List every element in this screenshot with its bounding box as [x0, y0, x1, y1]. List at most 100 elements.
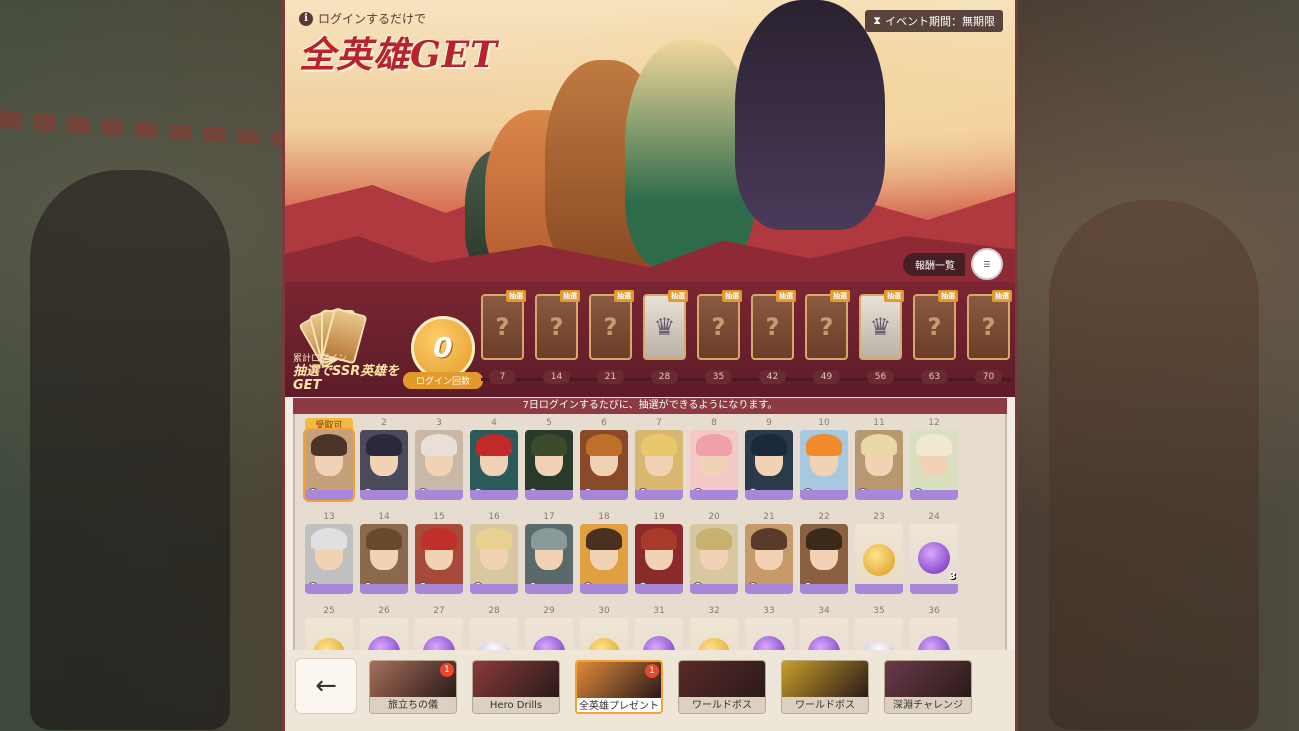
milestone-hero-card[interactable]: ♛ 抽選 — [859, 290, 904, 360]
hero-portrait[interactable]: ✦ — [690, 524, 738, 594]
event-tab[interactable]: Hero Drills — [472, 660, 560, 714]
reward-cell[interactable]: 16 ✦ — [470, 512, 518, 596]
reward-cell[interactable]: 18 ✦ — [580, 512, 628, 596]
reward-cell[interactable]: 13 ✦ — [305, 512, 353, 596]
milestone-reward[interactable]: ? 抽選 21 — [589, 290, 634, 384]
reward-cell[interactable]: 24 3 — [910, 512, 958, 596]
milestone-mystery-card[interactable]: ? 抽選 — [535, 290, 580, 360]
hero-portrait[interactable]: ✦ — [360, 430, 408, 500]
milestone-reward[interactable]: ? 抽選 70 — [967, 290, 1012, 384]
milestone-reward[interactable]: ? 抽選 42 — [751, 290, 796, 384]
faction-icon: ✦ — [473, 488, 483, 490]
event-tab[interactable]: 全英雄プレゼント 1 — [575, 660, 663, 714]
hero-portrait[interactable]: ✦ — [415, 430, 463, 500]
hero-portrait[interactable]: ✦ — [910, 430, 958, 500]
hero-hair — [641, 528, 677, 550]
milestone-mystery-card[interactable]: ? 抽選 — [805, 290, 850, 360]
milestone-mystery-card[interactable]: ? 抽選 — [481, 290, 526, 360]
info-line[interactable]: i ログインするだけで — [299, 10, 426, 27]
reward-cell[interactable]: 4 ✦ — [470, 418, 518, 502]
reward-cell[interactable]: 12 ✦ — [910, 418, 958, 502]
hero-portrait[interactable]: ✦ — [303, 428, 355, 502]
gold-coins-item[interactable] — [855, 524, 903, 594]
reward-cell[interactable]: 7 ✦ — [635, 418, 683, 502]
hero-portrait[interactable]: ✦ — [415, 524, 463, 594]
reward-cell[interactable]: 5 ✦ — [525, 418, 573, 502]
milestone-hero-card[interactable]: ♛ 抽選 — [643, 290, 688, 360]
milestone-reward[interactable]: ♛ 抽選 28 — [643, 290, 688, 384]
milestone-mystery-card[interactable]: ? 抽選 — [589, 290, 634, 360]
hero-portrait[interactable]: ✦ — [745, 430, 793, 500]
hero-portrait[interactable]: ✦ — [525, 430, 573, 500]
hero-portrait[interactable]: ✦ — [580, 430, 628, 500]
lottery-tag: 抽選 — [614, 290, 634, 302]
hero-portrait[interactable]: ✦ — [525, 524, 573, 594]
purple-orb-item[interactable]: 3 — [910, 524, 958, 594]
hero-portrait[interactable]: ✦ — [635, 430, 683, 500]
login-count-badge: 0 — [411, 316, 475, 380]
reward-cell[interactable]: 17 ✦ — [525, 512, 573, 596]
hero-portrait[interactable]: ✦ — [855, 430, 903, 500]
hero-portrait[interactable]: ✦ — [690, 430, 738, 500]
hero-portrait[interactable]: ✦ — [360, 524, 408, 594]
hero-portrait[interactable]: ✦ — [305, 524, 353, 594]
day-number: 10 — [818, 418, 830, 428]
back-button[interactable]: ← — [295, 658, 357, 714]
day-number: 14 — [378, 512, 390, 522]
reward-cell[interactable]: 6 ✦ — [580, 418, 628, 502]
day-number: 24 — [928, 512, 940, 522]
hero-portrait[interactable]: ✦ — [470, 524, 518, 594]
daily-reward-grid[interactable]: 受取可 ✦ 2 ✦ 3 ✦ 4 ✦ 5 ✦ 6 ✦ 7 ✦ 8 ✦ 9 ✦ 10 ✦ 11 ✦ 12 ✦ 13 ✦ 14 ✦ 15 ✦ 16… — [293, 414, 1007, 659]
reward-cell[interactable]: 21 ✦ — [745, 512, 793, 596]
event-tab[interactable]: ワールドボス — [781, 660, 869, 714]
reward-list-button[interactable]: 報酬一覧 ☰ — [903, 248, 1003, 280]
reward-cell[interactable]: 19 ✦ — [635, 512, 683, 596]
reward-cell[interactable]: 15 ✦ — [415, 512, 463, 596]
reward-list-icon[interactable]: ☰ — [971, 248, 1003, 280]
milestone-day: 7 — [489, 370, 516, 384]
milestone-reward[interactable]: ? 抽選 63 — [913, 290, 958, 384]
day-number: 9 — [766, 418, 772, 428]
reward-cell[interactable]: 11 ✦ — [855, 418, 903, 502]
milestone-mystery-card[interactable]: ? 抽選 — [751, 290, 796, 360]
hero-portrait[interactable]: ✦ — [470, 430, 518, 500]
reward-cell[interactable]: 8 ✦ — [690, 418, 738, 502]
hero-portrait[interactable]: ✦ — [580, 524, 628, 594]
reward-cell[interactable]: 22 ✦ — [800, 512, 848, 596]
reward-cell[interactable]: 2 ✦ — [360, 418, 408, 502]
reward-cell[interactable]: 9 ✦ — [745, 418, 793, 502]
milestone-mystery-card[interactable]: ? 抽選 — [913, 290, 958, 360]
reward-cell[interactable]: 10 ✦ — [800, 418, 848, 502]
reward-cell[interactable]: 23 — [855, 512, 903, 596]
milestone-reward[interactable]: ♛ 抽選 56 — [859, 290, 904, 384]
event-tab[interactable]: 旅立ちの儀 1 — [369, 660, 457, 714]
hero-portrait[interactable]: ✦ — [745, 524, 793, 594]
reward-row: 13 ✦ 14 ✦ 15 ✦ 16 ✦ 17 ✦ 18 ✦ 19 ✦ 20 ✦ 21 ✦ 22 ✦ 23 24 3 — [305, 512, 995, 596]
milestone-reward[interactable]: ? 抽選 7 — [481, 290, 526, 384]
reward-cell[interactable]: 3 ✦ — [415, 418, 463, 502]
event-tab[interactable]: 深淵チャレンジ — [884, 660, 972, 714]
reward-cell[interactable]: 14 ✦ — [360, 512, 408, 596]
info-icon[interactable]: i — [299, 11, 313, 26]
event-banner: i ログインするだけで 全英雄GET ⧗ イベント期間：無期限 報酬一覧 ☰ — [285, 0, 1015, 290]
milestone-mystery-card[interactable]: ? 抽選 — [697, 290, 742, 360]
milestone-reward[interactable]: ? 抽選 49 — [805, 290, 850, 384]
milestone-day: 49 — [813, 370, 840, 384]
hero-portrait[interactable]: ✦ — [800, 524, 848, 594]
reward-cell[interactable]: 20 ✦ — [690, 512, 738, 596]
milestone-mystery-card[interactable]: ? 抽選 — [967, 290, 1012, 360]
lottery-tag: 抽選 — [776, 290, 796, 302]
hero-portrait[interactable]: ✦ — [800, 430, 848, 500]
day-number: 12 — [928, 418, 940, 428]
milestone-reward[interactable]: ? 抽選 14 — [535, 290, 580, 384]
faction-icon: ✦ — [308, 582, 318, 584]
hero-portrait[interactable]: ✦ — [635, 524, 683, 594]
lottery-tag: 抽選 — [830, 290, 850, 302]
day-number: 7 — [656, 418, 662, 428]
reward-cell[interactable]: 受取可 ✦ — [303, 418, 355, 502]
milestone-reward[interactable]: ? 抽選 35 — [697, 290, 742, 384]
event-tab[interactable]: ワールドボス — [678, 660, 766, 714]
tab-label: ワールドボス — [679, 697, 765, 713]
lottery-tag: 抽選 — [884, 290, 904, 302]
event-title: 全英雄GET — [299, 34, 498, 76]
